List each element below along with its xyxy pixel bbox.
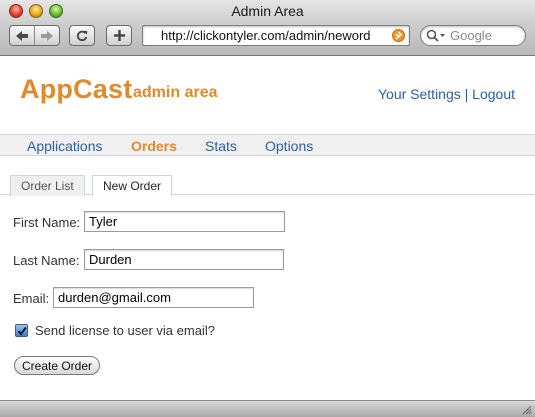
link-separator: | xyxy=(464,86,469,102)
forward-arrow-icon xyxy=(41,30,53,41)
first-name-label: First Name: xyxy=(13,215,81,230)
nav-applications[interactable]: Applications xyxy=(27,138,103,154)
url-text[interactable]: http://clickontyler.com/admin/neword xyxy=(161,28,391,43)
reload-button[interactable] xyxy=(69,25,95,46)
app-subtitle: admin area xyxy=(133,84,218,101)
first-name-field[interactable] xyxy=(84,211,285,232)
address-bar[interactable]: http://clickontyler.com/admin/neword xyxy=(142,25,410,46)
app-logo: AppCast xyxy=(20,74,133,104)
email-field[interactable] xyxy=(53,287,254,308)
nav-options[interactable]: Options xyxy=(265,138,313,154)
nav-stats[interactable]: Stats xyxy=(205,138,237,154)
resize-grip-icon[interactable] xyxy=(521,404,532,415)
create-order-button[interactable]: Create Order xyxy=(14,356,100,375)
logout-link[interactable]: Logout xyxy=(472,86,515,102)
nav-orders[interactable]: Orders xyxy=(131,138,177,154)
status-bar xyxy=(0,400,535,417)
your-settings-link[interactable]: Your Settings xyxy=(378,86,461,102)
back-forward-buttons xyxy=(9,25,60,46)
tab-new-order[interactable]: New Order xyxy=(92,175,173,196)
plus-icon xyxy=(113,30,125,41)
email-label: Email: xyxy=(13,291,50,306)
last-name-label: Last Name: xyxy=(13,253,80,268)
checkmark-icon xyxy=(17,326,27,336)
send-license-label[interactable]: Send license to user via email? xyxy=(35,323,215,338)
forward-button[interactable] xyxy=(35,26,59,45)
search-field[interactable]: Google xyxy=(420,25,526,46)
rss-icon[interactable] xyxy=(392,29,405,42)
window-title: Admin Area xyxy=(231,3,304,19)
tab-order-list[interactable]: Order List xyxy=(10,175,85,196)
back-arrow-icon xyxy=(16,30,28,41)
add-bookmark-button[interactable] xyxy=(106,25,132,46)
reload-icon xyxy=(77,30,88,41)
user-links: Your Settings | Logout xyxy=(378,86,515,102)
order-tabs: Order List New Order xyxy=(0,175,535,196)
main-navigation: Applications Orders Stats Options xyxy=(0,134,535,156)
magnifier-icon[interactable] xyxy=(426,29,446,43)
back-button[interactable] xyxy=(10,26,35,45)
send-license-checkbox[interactable] xyxy=(15,324,28,337)
search-placeholder: Google xyxy=(450,28,492,43)
browser-window: Admin Area http://clickontyler.com/admin… xyxy=(0,0,535,417)
browser-toolbar: Admin Area http://clickontyler.com/admin… xyxy=(0,0,535,56)
last-name-field[interactable] xyxy=(84,249,284,270)
